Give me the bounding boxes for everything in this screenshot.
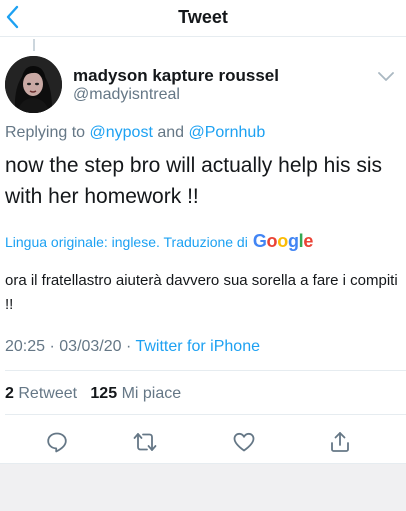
- reply-icon: [47, 432, 67, 453]
- reply-area-background: [0, 463, 406, 511]
- translation-label: Lingua originale: inglese. Traduzione di: [5, 233, 248, 250]
- retweets-label: Retweet: [18, 385, 78, 402]
- tweet-stats: 2 Retweet 125 Mi piace: [5, 385, 181, 403]
- author-name[interactable]: madyson kapture roussel: [73, 66, 279, 86]
- tweet-meta: 20:25 · 03/03/20 · Twitter for iPhone: [5, 338, 260, 356]
- likes-count: 125: [90, 385, 118, 402]
- heart-icon: [233, 432, 255, 452]
- retweets-count: 2: [5, 385, 14, 402]
- likes-stat[interactable]: 125 Mi piace: [90, 385, 181, 402]
- divider: [5, 370, 406, 371]
- meta-separator: ·: [45, 338, 60, 355]
- tweet-date: 03/03/20: [59, 338, 122, 355]
- retweet-button[interactable]: [128, 425, 162, 459]
- translated-text: ora il fratellastro aiuterà davvero sua …: [5, 272, 398, 313]
- tweet-time: 20:25: [5, 338, 46, 355]
- likes-label: Mi piace: [121, 385, 182, 402]
- mention-nypost[interactable]: @nypost: [90, 124, 153, 141]
- meta-separator: ·: [121, 338, 136, 355]
- translation-attribution[interactable]: Lingua originale: inglese. Traduzione di…: [5, 231, 313, 252]
- tweet-text: now the step bro will actually help his …: [5, 154, 383, 208]
- navigation-bar: Tweet: [0, 0, 406, 37]
- retweet-icon: [133, 433, 157, 451]
- avatar-image: [5, 56, 62, 113]
- thread-connector-line: [33, 39, 35, 51]
- replying-to-label: Replying to: [5, 124, 90, 141]
- more-options-button[interactable]: [377, 70, 395, 82]
- google-logo: Google: [252, 231, 314, 251]
- replying-to-connector: and: [152, 124, 189, 141]
- replying-to-line: Replying to @nypost and @Pornhub: [5, 124, 265, 142]
- page-title: Tweet: [178, 7, 228, 27]
- avatar[interactable]: [5, 56, 62, 113]
- divider: [5, 414, 406, 415]
- share-icon: [331, 432, 349, 452]
- tweet-action-bar: [0, 425, 406, 459]
- mention-pornhub[interactable]: @Pornhub: [188, 124, 265, 141]
- chevron-down-icon: [378, 72, 394, 81]
- like-button[interactable]: [227, 425, 261, 459]
- share-button[interactable]: [323, 425, 357, 459]
- tweet-source-link[interactable]: Twitter for iPhone: [135, 338, 260, 355]
- author-handle[interactable]: @madyisntreal: [73, 86, 180, 104]
- reply-button[interactable]: [40, 425, 74, 459]
- retweets-stat[interactable]: 2 Retweet: [5, 385, 77, 402]
